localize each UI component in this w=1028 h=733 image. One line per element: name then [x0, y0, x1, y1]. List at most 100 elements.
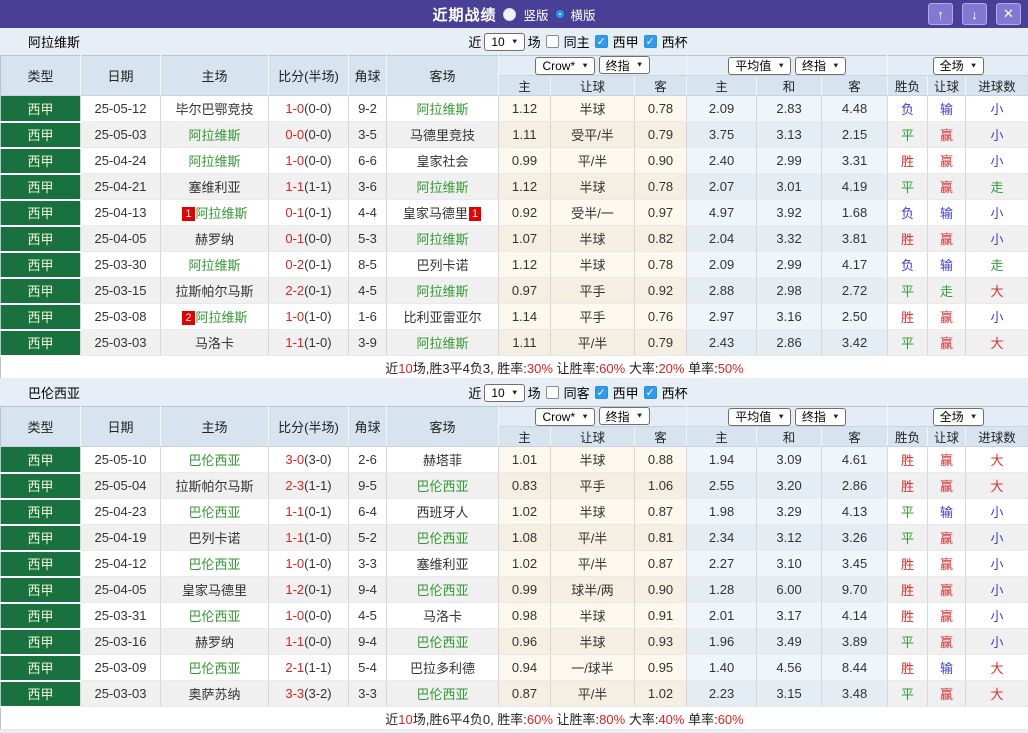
league-cell: 西甲	[0, 628, 81, 656]
euro-draw-odds: 3.13	[756, 121, 823, 148]
home-team-name[interactable]: 拉斯帕尔马斯	[175, 284, 253, 299]
radio-vertical-label[interactable]: 竖版	[523, 5, 548, 24]
away-team-name[interactable]: 赫塔菲	[423, 453, 462, 468]
away-team-name[interactable]: 马洛卡	[423, 609, 462, 624]
home-team-name[interactable]: 奥萨苏纳	[188, 687, 240, 702]
recent-count-select[interactable]: 10 ▼	[484, 32, 525, 51]
same-venue-checkbox[interactable]	[545, 35, 559, 48]
away-team-name[interactable]: 阿拉维斯	[416, 336, 468, 351]
league-checkbox[interactable]	[594, 35, 608, 48]
scroll-up-button[interactable]: ↑	[928, 3, 953, 25]
home-team-name[interactable]: 拉斯帕尔马斯	[175, 479, 253, 494]
same-venue-label[interactable]: 同主	[564, 32, 590, 51]
euro-draw-odds: 2.99	[756, 147, 823, 174]
result-outcome: 胜	[887, 446, 929, 473]
away-team-name[interactable]: 巴伦西亚	[416, 583, 468, 598]
scroll-down-button[interactable]: ↓	[962, 3, 987, 25]
recent-count-select[interactable]: 10 ▼	[484, 383, 525, 402]
home-team-name[interactable]: 阿拉维斯	[196, 310, 248, 325]
section-team-name: 巴伦西亚	[28, 386, 81, 401]
home-team-name[interactable]: 赫罗纳	[195, 635, 234, 650]
home-team-name[interactable]: 毕尔巴鄂竞技	[175, 102, 253, 117]
euro-home-odds: 2.09	[686, 251, 758, 278]
away-team-name[interactable]: 塞维利亚	[416, 557, 468, 572]
asian-home-odds: 1.12	[498, 95, 551, 122]
euro-odds-kind-select[interactable]: 终指 ▼	[794, 56, 846, 75]
cup-label[interactable]: 西杯	[662, 32, 688, 51]
chevron-down-icon: ▼	[831, 412, 840, 420]
result-scope-select[interactable]: 全场 ▼	[932, 56, 984, 75]
halftime-score: (0-1)	[304, 582, 332, 597]
euro-odds-source-select[interactable]: 平均值 ▼	[728, 56, 792, 75]
away-team-name[interactable]: 巴列卡诺	[416, 258, 468, 273]
score-cell: 0-0(0-0)	[268, 121, 349, 148]
home-team-name[interactable]: 马洛卡	[195, 336, 234, 351]
euro-home-odds: 2.34	[686, 524, 758, 551]
away-team-name[interactable]: 巴伦西亚	[416, 687, 468, 702]
away-team-name[interactable]: 巴伦西亚	[416, 479, 468, 494]
halftime-score: (1-0)	[304, 530, 332, 545]
home-team-name[interactable]: 阿拉维斯	[188, 258, 240, 273]
radio-horizontal-label[interactable]: 横版	[571, 5, 596, 24]
subcol-handicap-result: 让球	[927, 426, 967, 447]
away-team-name[interactable]: 巴伦西亚	[416, 635, 468, 650]
euro-odds-source-select[interactable]: 平均值 ▼	[728, 407, 792, 426]
asian-home-odds: 0.92	[498, 199, 551, 226]
league-checkbox[interactable]	[594, 386, 608, 399]
asian-handicap: 平手	[550, 277, 635, 304]
euro-odds-kind-select[interactable]: 终指 ▼	[794, 407, 846, 426]
away-team-name[interactable]: 比利亚雷亚尔	[403, 310, 481, 325]
euro-draw-odds: 2.86	[756, 329, 823, 356]
home-team-name[interactable]: 巴伦西亚	[188, 609, 240, 624]
away-team-name[interactable]: 阿拉维斯	[416, 284, 468, 299]
cup-checkbox[interactable]	[643, 35, 657, 48]
halftime-score: (1-1)	[304, 179, 332, 194]
same-venue-checkbox[interactable]	[545, 386, 559, 399]
away-team-name[interactable]: 皇家社会	[416, 154, 468, 169]
away-team-name[interactable]: 阿拉维斯	[416, 180, 468, 195]
result-goals: 小	[965, 199, 1028, 226]
away-team-name[interactable]: 皇家马德里	[403, 206, 468, 221]
cup-label[interactable]: 西杯	[662, 383, 688, 402]
date-cell: 25-03-15	[80, 277, 161, 304]
home-team-name[interactable]: 阿拉维斯	[188, 128, 240, 143]
away-team-name[interactable]: 阿拉维斯	[416, 232, 468, 247]
euro-home-odds: 2.04	[686, 225, 758, 252]
home-team-name[interactable]: 塞维利亚	[188, 180, 240, 195]
league-cell: 西甲	[0, 277, 81, 305]
summary-text: 近10场,胜6平4负0, 胜率:60% 让胜率:80% 大率:40% 单率:60…	[0, 706, 1028, 730]
home-team-name[interactable]: 巴伦西亚	[188, 505, 240, 520]
asian-odds-source-select[interactable]: Crow* ▼	[535, 56, 596, 75]
euro-draw-odds: 2.83	[756, 95, 823, 122]
same-venue-label[interactable]: 同客	[564, 383, 590, 402]
radio-vertical-layout[interactable]	[503, 7, 517, 21]
home-team-name[interactable]: 阿拉维斯	[196, 206, 248, 221]
home-team-name[interactable]: 赫罗纳	[195, 232, 234, 247]
asian-odds-kind-select[interactable]: 终指 ▼	[598, 56, 650, 75]
asian-odds-kind-select[interactable]: 终指 ▼	[598, 407, 650, 426]
home-team-cell: 巴伦西亚	[160, 602, 269, 629]
league-label[interactable]: 西甲	[613, 32, 639, 51]
home-team-name[interactable]: 阿拉维斯	[188, 154, 240, 169]
score-cell: 1-0(1-0)	[268, 550, 349, 577]
away-team-name[interactable]: 巴伦西亚	[416, 531, 468, 546]
home-team-name[interactable]: 皇家马德里	[182, 583, 247, 598]
asian-home-odds: 1.11	[498, 121, 551, 148]
radio-horizontal-layout[interactable]	[555, 10, 564, 18]
away-team-name[interactable]: 巴拉多利德	[410, 661, 475, 676]
close-button[interactable]: ✕	[996, 3, 1021, 25]
away-team-name[interactable]: 马德里竞技	[410, 128, 475, 143]
away-team-name[interactable]: 西班牙人	[416, 505, 468, 520]
euro-away-odds: 3.48	[821, 680, 889, 707]
away-team-name[interactable]: 阿拉维斯	[416, 102, 468, 117]
league-label[interactable]: 西甲	[613, 383, 639, 402]
home-team-name[interactable]: 巴伦西亚	[188, 557, 240, 572]
cup-checkbox[interactable]	[643, 386, 657, 399]
corners-cell: 4-5	[348, 277, 387, 304]
home-team-name[interactable]: 巴伦西亚	[188, 453, 240, 468]
result-scope-select[interactable]: 全场 ▼	[932, 407, 984, 426]
home-team-name[interactable]: 巴伦西亚	[188, 661, 240, 676]
date-cell: 25-04-19	[80, 524, 161, 551]
home-team-name[interactable]: 巴列卡诺	[188, 531, 240, 546]
asian-odds-source-select[interactable]: Crow* ▼	[535, 407, 596, 426]
